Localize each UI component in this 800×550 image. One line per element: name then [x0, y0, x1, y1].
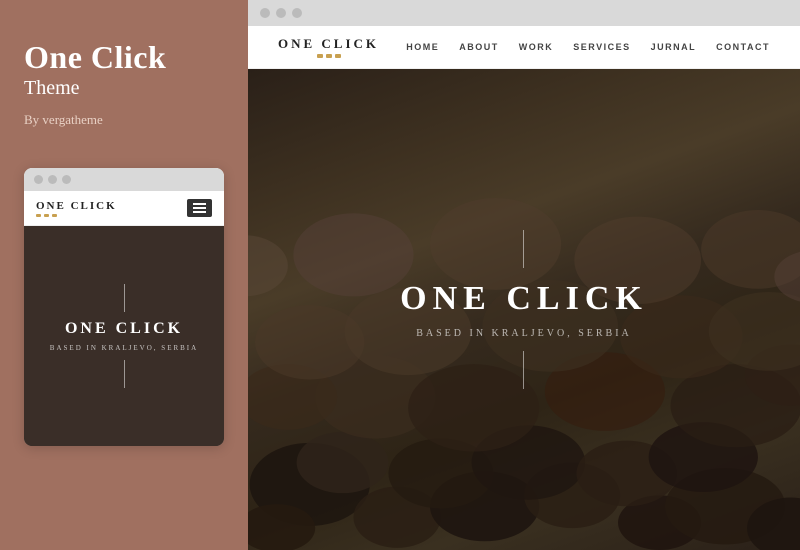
nav-link-contact[interactable]: CONTACT [716, 42, 770, 52]
desktop-nav-links: HOME ABOUT WORK SERVICES JURNAL CONTACT [406, 42, 770, 52]
mobile-hero-title: ONE CLICK [65, 320, 183, 338]
hero-line-bottom [523, 351, 524, 389]
mobile-hero: ONE CLICK BASED IN KRALJEVO, SERBIA [24, 226, 224, 446]
desktop-dot-1 [260, 8, 270, 18]
mobile-dot-3 [62, 175, 71, 184]
desktop-hero-content: ONE CLICK BASED IN KRALJEVO, SERBIA [400, 230, 648, 389]
desktop-preview: ONE CLICK HOME ABOUT WORK SERVICES JURNA… [248, 0, 800, 550]
desktop-logo-dot-2 [326, 54, 332, 58]
mobile-nav: ONE CLICK [24, 191, 224, 226]
mobile-logo: ONE CLICK [36, 200, 117, 217]
mobile-logo-dot-2 [44, 214, 49, 217]
hero-subtitle: BASED IN KRALJEVO, SERBIA [416, 328, 632, 339]
mobile-dot-2 [48, 175, 57, 184]
nav-link-services[interactable]: SERVICES [573, 42, 630, 52]
hamburger-menu-icon[interactable] [187, 199, 212, 217]
desktop-nav: ONE CLICK HOME ABOUT WORK SERVICES JURNA… [248, 26, 800, 69]
desktop-browser-bar [248, 0, 800, 26]
hero-line-top [523, 230, 524, 268]
desktop-dot-2 [276, 8, 286, 18]
hamburger-line-2 [193, 207, 206, 209]
desktop-hero: ONE CLICK BASED IN KRALJEVO, SERBIA [248, 69, 800, 550]
hamburger-line-1 [193, 203, 206, 205]
mobile-logo-dot-1 [36, 214, 41, 217]
mobile-logo-dots [36, 214, 117, 217]
mobile-preview-card: ONE CLICK ONE CLICK BASED IN KRALJEVO, S… [24, 168, 224, 446]
theme-subtitle: Theme [24, 77, 224, 100]
hamburger-line-3 [193, 211, 206, 213]
nav-link-jurnal[interactable]: JURNAL [651, 42, 697, 52]
nav-link-about[interactable]: ABOUT [459, 42, 499, 52]
mobile-hero-line-top [124, 284, 125, 312]
author-label: By vergatheme [24, 112, 224, 128]
desktop-logo-dot-1 [317, 54, 323, 58]
desktop-logo-dot-3 [335, 54, 341, 58]
desktop-dot-3 [292, 8, 302, 18]
theme-title: One Click [24, 40, 224, 75]
mobile-browser-bar [24, 168, 224, 191]
mobile-logo-dot-3 [52, 214, 57, 217]
hero-title: ONE CLICK [400, 280, 648, 318]
nav-link-home[interactable]: HOME [406, 42, 439, 52]
desktop-logo: ONE CLICK [278, 36, 379, 58]
mobile-dot-1 [34, 175, 43, 184]
mobile-hero-subtitle: BASED IN KRALJEVO, SERBIA [50, 344, 198, 352]
nav-link-work[interactable]: WORK [519, 42, 554, 52]
mobile-hero-line-bottom [124, 360, 125, 388]
desktop-logo-dots [278, 54, 379, 58]
sidebar: One Click Theme By vergatheme ONE CLICK [0, 0, 248, 550]
